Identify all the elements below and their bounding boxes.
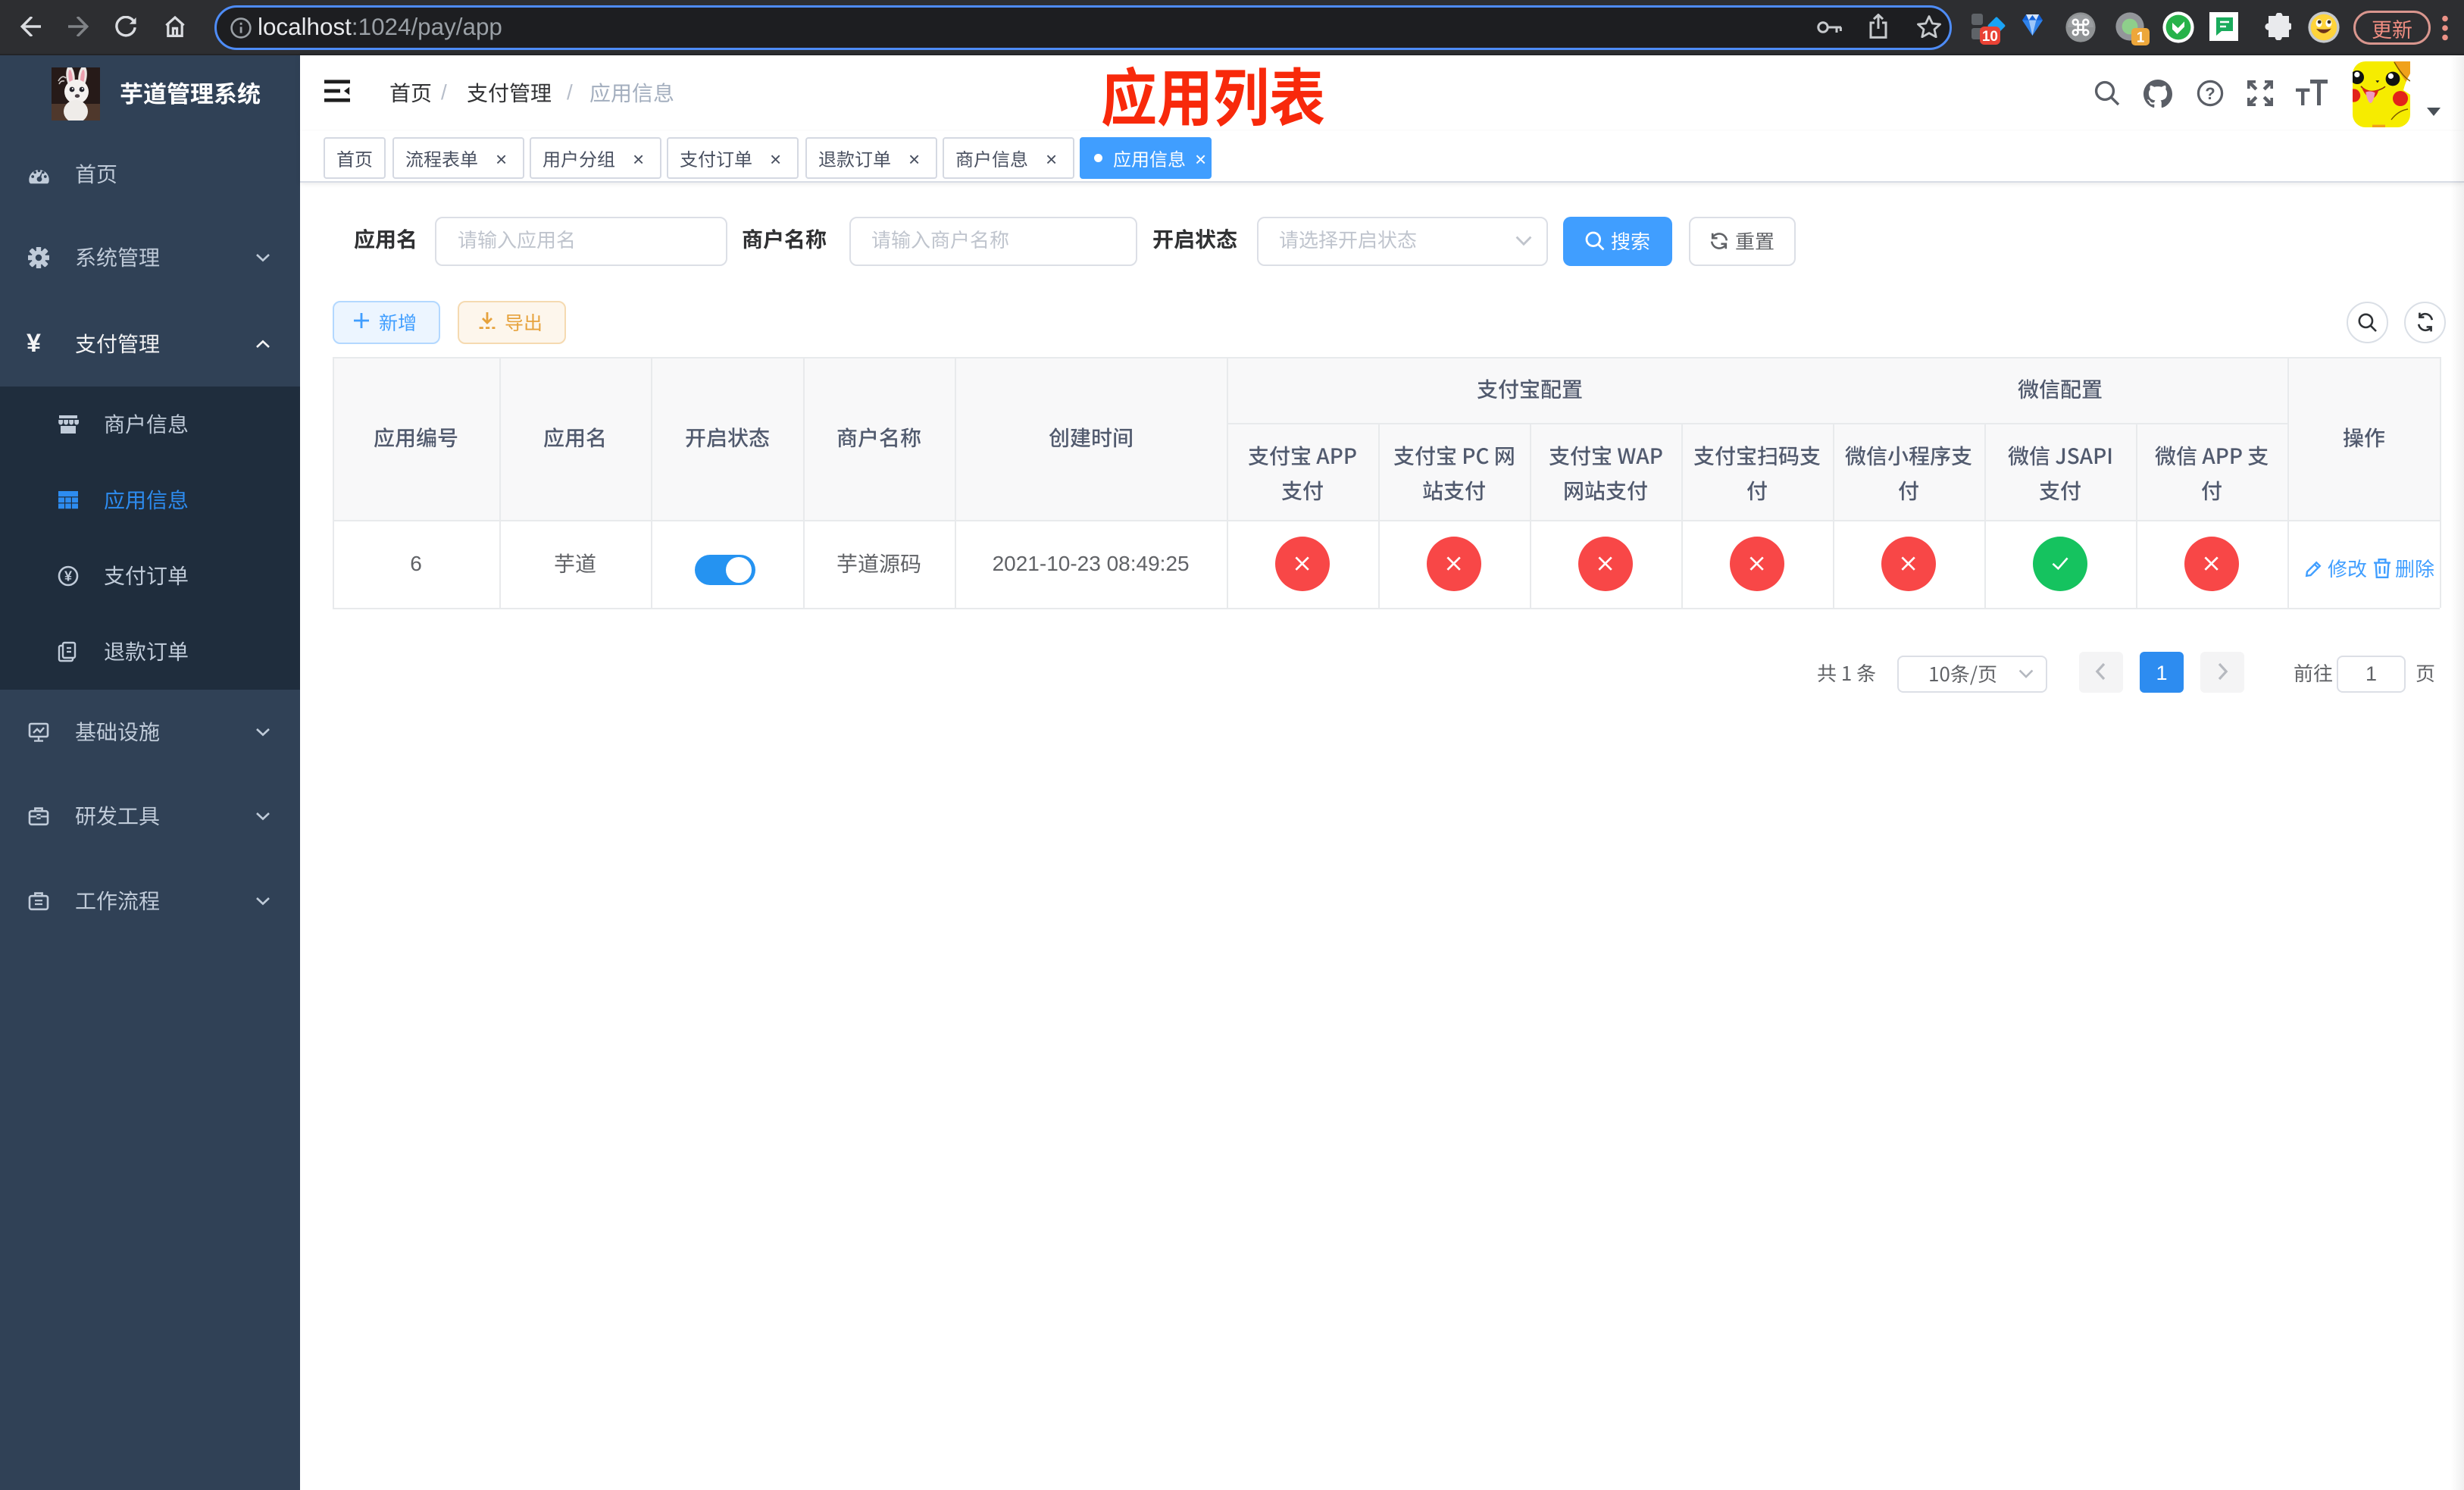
svg-text:1: 1 <box>2137 30 2145 45</box>
svg-text:¥: ¥ <box>64 568 72 584</box>
svg-text:?: ? <box>2205 84 2215 103</box>
svg-text:10: 10 <box>1982 29 1998 45</box>
